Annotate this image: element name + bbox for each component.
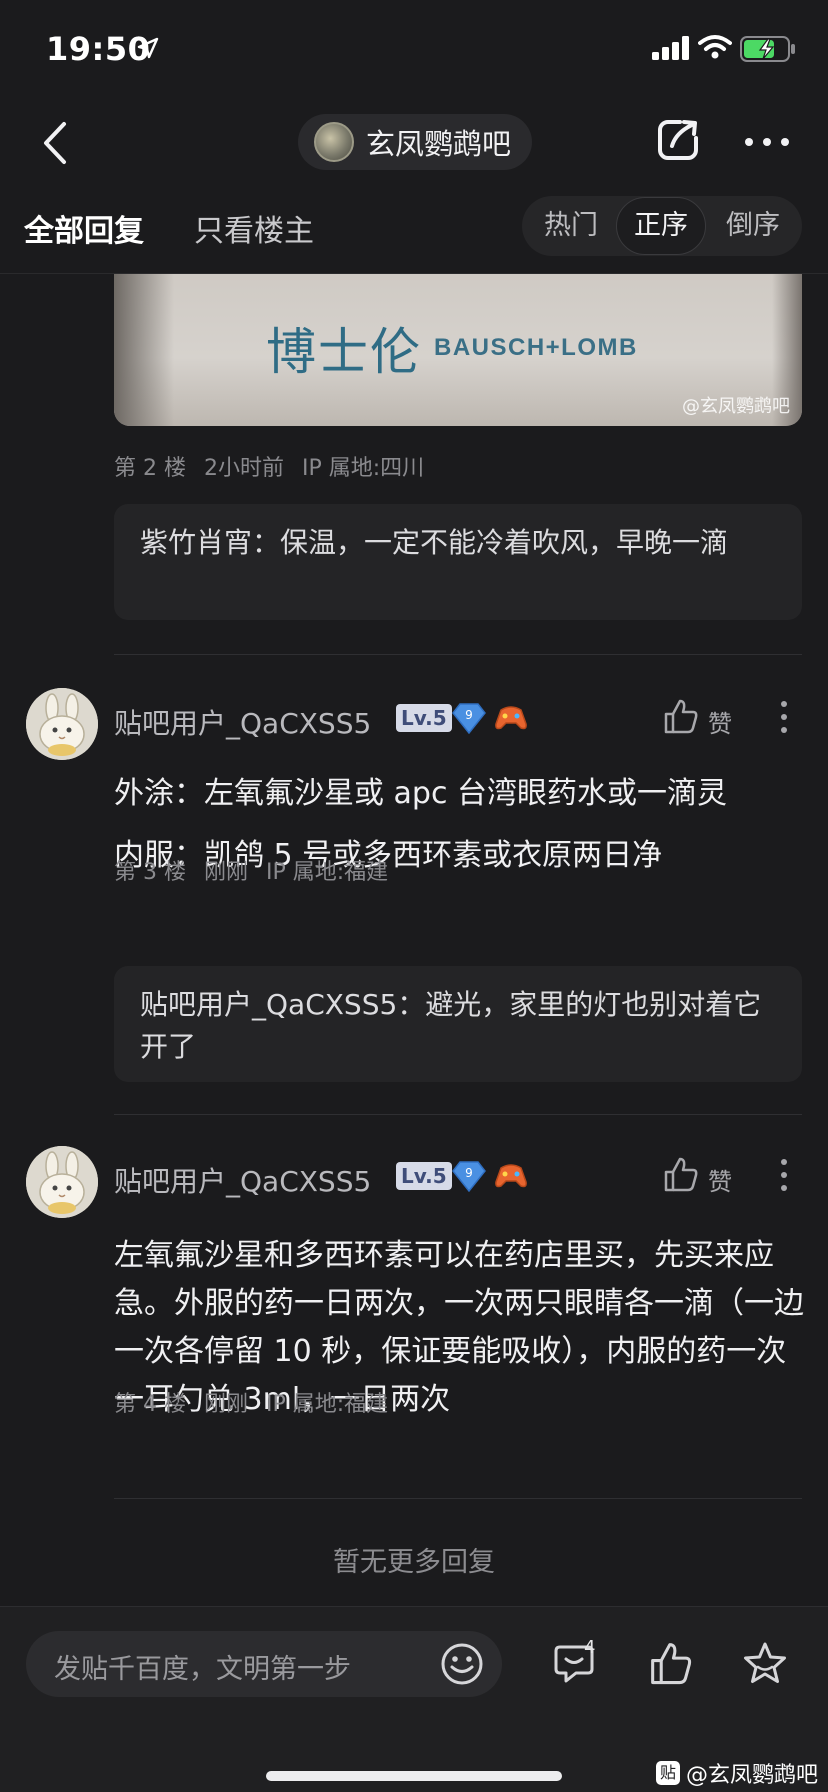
more-vertical-icon[interactable] xyxy=(780,1158,788,1192)
ip-location: IP 属地:四川 xyxy=(301,456,425,481)
divider xyxy=(114,654,802,655)
svg-text:9: 9 xyxy=(465,1166,473,1180)
floor2-meta: 第 2 楼 2小时前 IP 属地:四川 xyxy=(114,450,442,482)
bottom-action-bar: 发贴千百度，文明第一步 4 贴 @玄凤鹦鹉吧 xyxy=(0,1606,828,1792)
sub-reply-text: ：保温，一定不能冷着吹风，早晚一滴 xyxy=(252,526,729,559)
sort-hot[interactable]: 热门 xyxy=(526,196,616,256)
more-vertical-icon[interactable] xyxy=(780,700,788,734)
avatar[interactable] xyxy=(26,1146,98,1218)
floor-number: 第 3 楼 xyxy=(114,860,186,885)
rabbit-avatar-icon xyxy=(26,688,98,760)
username[interactable]: 贴吧用户_QaCXSS5 xyxy=(114,1160,371,1200)
post-image[interactable]: 博士伦 BAUSCH+LOMB @玄凤鹦鹉吧 xyxy=(114,274,802,426)
sort-toggle: 热门 正序 倒序 xyxy=(522,196,802,256)
floor3-meta: 第 3 楼刚刚 IP 属地:福建 xyxy=(114,854,406,886)
floor4-meta: 第 4 楼刚刚 IP 属地:福建 xyxy=(114,1386,406,1418)
level-badge: Lv.5 xyxy=(396,704,452,732)
floor-number: 第 4 楼 xyxy=(114,1392,186,1417)
back-button[interactable] xyxy=(36,118,76,168)
divider xyxy=(114,1498,802,1499)
like-label[interactable]: 赞 xyxy=(708,704,732,739)
sub-reply-author[interactable]: 贴吧用户_QaCXSS5 xyxy=(140,988,397,1021)
reply-input-placeholder: 发贴千百度，文明第一步 xyxy=(54,1654,351,1685)
reply-list: 博士伦 BAUSCH+LOMB @玄凤鹦鹉吧 第 2 楼 2小时前 IP 属地:四川… xyxy=(0,274,828,1606)
no-more-replies: 暂无更多回复 xyxy=(333,1547,495,1578)
wifi-icon xyxy=(698,35,732,59)
post-time: 2小时前 xyxy=(203,456,284,481)
username[interactable]: 贴吧用户_QaCXSS5 xyxy=(114,702,371,742)
battery-charging-icon xyxy=(740,36,795,62)
status-bar: 19:50 xyxy=(0,0,828,100)
share-icon[interactable] xyxy=(654,116,702,164)
reply-input[interactable]: 发贴千百度，文明第一步 xyxy=(26,1631,502,1697)
sub-reply-author[interactable]: 紫竹肖宵 xyxy=(140,526,252,559)
sub-reply-box[interactable]: 紫竹肖宵：保温，一定不能冷着吹风，早晚一滴 xyxy=(114,504,802,620)
ip-location: IP 属地:福建 xyxy=(266,860,389,885)
post-time: 刚刚 xyxy=(203,860,248,885)
forum-avatar xyxy=(314,122,354,162)
thumbs-up-icon[interactable] xyxy=(650,1641,692,1685)
gamepad-badge-icon xyxy=(495,706,527,730)
tieba-watermark: 贴 @玄凤鹦鹉吧 xyxy=(656,1757,818,1789)
emoji-icon[interactable] xyxy=(440,1642,484,1686)
reply-filter-bar: 全部回复 只看楼主 热门 正序 倒序 xyxy=(0,184,828,274)
gamepad-badge-icon xyxy=(495,1164,527,1188)
svg-text:9: 9 xyxy=(465,708,473,722)
home-indicator[interactable] xyxy=(266,1771,562,1781)
diamond-badge-icon: 9 xyxy=(452,703,486,734)
ip-location: IP 属地:福建 xyxy=(266,1392,389,1417)
tab-only-op[interactable]: 只看楼主 xyxy=(194,206,314,250)
floor4-header: 贴吧用户_QaCXSS5 Lv.5 9 赞 xyxy=(0,1146,828,1226)
diamond-badge-icon: 9 xyxy=(452,1161,486,1192)
more-options-icon[interactable] xyxy=(744,136,790,148)
sub-reply-box[interactable]: 贴吧用户_QaCXSS5：避光，家里的灯也别对着它开了 xyxy=(114,966,802,1082)
rabbit-avatar-icon xyxy=(26,1146,98,1218)
forum-pill[interactable]: 玄凤鹦鹉吧 xyxy=(298,114,532,170)
cellular-signal-icon xyxy=(652,36,689,60)
thumbs-up-icon[interactable] xyxy=(664,1156,698,1192)
avatar[interactable] xyxy=(26,688,98,760)
post-line: 外涂：左氧氟沙星或 apc 台湾眼药水或一滴灵 xyxy=(114,776,727,811)
image-text-english: BAUSCH+LOMB xyxy=(434,334,638,361)
tieba-logo-icon: 贴 xyxy=(656,1761,680,1785)
image-watermark: @玄凤鹦鹉吧 xyxy=(682,396,790,417)
status-time: 19:50 xyxy=(46,30,151,68)
tab-all-replies[interactable]: 全部回复 xyxy=(24,206,144,250)
floor-number: 第 2 楼 xyxy=(114,456,186,481)
post-time: 刚刚 xyxy=(203,1392,248,1417)
floor3-header: 贴吧用户_QaCXSS5 Lv.5 9 赞 xyxy=(0,688,828,768)
forum-name: 玄凤鹦鹉吧 xyxy=(366,127,512,161)
image-text-chinese: 博士伦 xyxy=(266,323,422,381)
divider xyxy=(114,1114,802,1115)
sort-descending[interactable]: 倒序 xyxy=(708,196,798,256)
sort-ascending[interactable]: 正序 xyxy=(616,197,706,255)
comment-count: 4 xyxy=(584,1637,596,1658)
like-label[interactable]: 赞 xyxy=(708,1162,732,1197)
watermark-text: @玄凤鹦鹉吧 xyxy=(686,1763,819,1788)
nav-bar: 玄凤鹦鹉吧 xyxy=(0,100,828,184)
level-badge: Lv.5 xyxy=(396,1162,452,1190)
thumbs-up-icon[interactable] xyxy=(664,698,698,734)
star-icon[interactable] xyxy=(742,1641,788,1687)
location-arrow-icon xyxy=(137,37,159,59)
